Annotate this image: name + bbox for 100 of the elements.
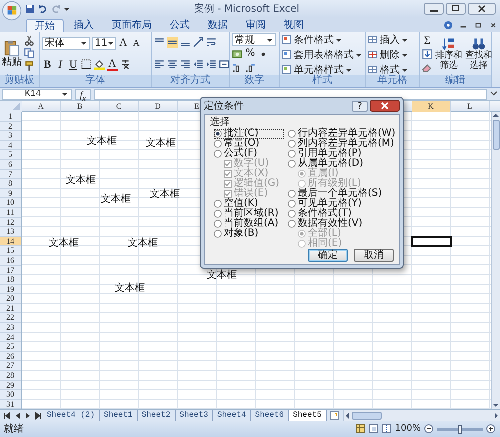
align-center-icon[interactable]	[167, 58, 178, 70]
zoom-level[interactable]: 100%	[395, 424, 421, 434]
decrease-decimal-icon[interactable]	[245, 62, 256, 74]
insert-sheet-icon[interactable]	[328, 411, 341, 421]
radio-option[interactable]: 空值(K)	[214, 199, 284, 209]
row-header[interactable]: 11	[0, 208, 21, 218]
fill-down-icon[interactable]	[422, 48, 433, 60]
align-middle-icon[interactable]	[167, 37, 178, 48]
increase-indent-icon[interactable]	[206, 58, 217, 70]
row-header[interactable]: 16	[0, 256, 21, 266]
row-header[interactable]: 10	[0, 198, 21, 208]
ribbon-tab[interactable]: 页面布局	[104, 19, 160, 32]
page-layout-view-icon[interactable]	[369, 424, 380, 434]
cancel-button[interactable]: 取消	[354, 249, 394, 262]
ribbon-tab[interactable]: 开始	[26, 19, 64, 32]
row-header[interactable]: 20	[0, 294, 21, 304]
row-header[interactable]: 21	[0, 304, 21, 314]
scroll-thumb[interactable]	[352, 412, 382, 420]
close-icon[interactable]	[489, 21, 498, 30]
wrap-text-icon[interactable]	[206, 37, 217, 48]
row-header[interactable]: 6	[0, 160, 21, 170]
formula-field[interactable]	[94, 88, 487, 100]
first-sheet-icon[interactable]	[4, 412, 12, 420]
row-header[interactable]: 4	[0, 140, 21, 150]
zoom-in-icon[interactable]	[486, 424, 496, 434]
italic-button[interactable]: I	[55, 58, 66, 70]
row-header[interactable]: 22	[0, 313, 21, 324]
row-header[interactable]: 27	[0, 361, 21, 372]
sheet-tab[interactable]: Sheet5	[289, 410, 327, 421]
grow-font-button[interactable]: A	[118, 37, 129, 49]
vertical-scrollbar[interactable]	[491, 112, 500, 409]
row-header[interactable]: 15	[0, 246, 21, 256]
radio-option[interactable]: 从属单元格(D)	[288, 159, 396, 169]
radio-option[interactable]: 条件格式(T)	[288, 209, 396, 219]
row-header[interactable]: 9	[0, 188, 21, 198]
customize-caret-icon[interactable]	[64, 6, 70, 12]
insert-function-button[interactable]: f$_{x}$	[75, 88, 91, 100]
page-break-view-icon[interactable]	[382, 424, 392, 434]
horizontal-scrollbar[interactable]	[342, 410, 500, 421]
row-header[interactable]: 12	[0, 218, 21, 228]
ok-button[interactable]: 确定	[308, 249, 348, 262]
bold-button[interactable]: B	[42, 58, 53, 70]
font-name-dropdown[interactable]: 宋体	[42, 36, 90, 50]
row-header[interactable]: 24	[0, 332, 21, 342]
row-header[interactable]: 8	[0, 179, 21, 189]
styles-menu-button[interactable]: 条件格式	[282, 33, 342, 46]
sort-filter-button[interactable]: 排序和筛选	[435, 36, 463, 70]
name-box[interactable]: K14	[2, 88, 72, 100]
help-button[interactable]: ?	[352, 100, 368, 112]
minimize-button[interactable]	[424, 3, 444, 15]
phonetic-guide-icon[interactable]	[120, 59, 131, 70]
row-header[interactable]: 26	[0, 352, 21, 362]
percent-button[interactable]: %	[245, 48, 256, 60]
help-icon[interactable]	[444, 21, 453, 30]
ribbon-tab[interactable]: 公式	[162, 19, 198, 32]
fill-color-icon[interactable]	[94, 59, 105, 70]
font-color-button[interactable]: A	[107, 58, 118, 70]
sheet-tab[interactable]: Sheet3	[176, 410, 214, 421]
last-sheet-icon[interactable]	[34, 412, 42, 420]
row-header[interactable]: 30	[0, 390, 21, 400]
row-header[interactable]: 14	[0, 236, 21, 246]
save-icon[interactable]	[25, 4, 35, 14]
ribbon-tab[interactable]: 数据	[200, 19, 236, 32]
close-button[interactable]	[370, 100, 400, 112]
shrink-font-button[interactable]: A	[131, 37, 142, 49]
find-select-button[interactable]: 查找和选择	[465, 36, 493, 70]
undo-icon[interactable]	[38, 4, 48, 14]
row-header[interactable]: 3	[0, 131, 21, 141]
normal-view-icon[interactable]	[356, 424, 366, 434]
radio-option[interactable]: 引用单元格(P)	[288, 149, 396, 159]
ribbon-tab[interactable]: 插入	[66, 19, 102, 32]
number-format-dropdown[interactable]: 常规	[232, 33, 276, 46]
radio-option[interactable]: 可见单元格(Y)	[288, 199, 396, 209]
row-header[interactable]: 17	[0, 266, 21, 276]
font-size-dropdown[interactable]: 11	[92, 36, 116, 50]
styles-menu-button[interactable]: 套用表格格式	[282, 48, 362, 61]
row-header[interactable]: 23	[0, 323, 21, 333]
merge-cells-icon[interactable]	[219, 58, 230, 70]
copy-icon[interactable]	[24, 48, 35, 59]
cells-menu-button[interactable]: 删除	[368, 48, 408, 61]
radio-option[interactable]: 行内容差异单元格(W)	[288, 129, 396, 139]
radio-option[interactable]: 列内容差异单元格(M)	[288, 139, 396, 149]
close-button[interactable]	[468, 3, 496, 15]
scissors-icon[interactable]	[24, 35, 35, 46]
row-header[interactable]: 29	[0, 380, 21, 390]
align-right-icon[interactable]	[180, 58, 191, 70]
radio-option[interactable]: 公式(F)	[214, 149, 284, 159]
ribbon-tab[interactable]: 审阅	[238, 19, 274, 32]
ribbon-tab[interactable]: 视图	[276, 19, 312, 32]
scroll-thumb[interactable]	[492, 120, 500, 150]
cells-menu-button[interactable]: 插入	[368, 33, 408, 46]
orientation-icon[interactable]	[193, 37, 204, 48]
radio-option[interactable]: 数据有效性(V)	[288, 219, 396, 229]
decrease-indent-icon[interactable]	[193, 58, 204, 70]
zoom-out-icon[interactable]	[424, 424, 434, 434]
autosum-button[interactable]: Σ	[422, 34, 433, 46]
expand-icon[interactable]	[490, 90, 498, 98]
format-painter-icon[interactable]	[24, 61, 35, 72]
column-header[interactable]: K	[412, 101, 451, 112]
align-left-icon[interactable]	[154, 58, 165, 70]
